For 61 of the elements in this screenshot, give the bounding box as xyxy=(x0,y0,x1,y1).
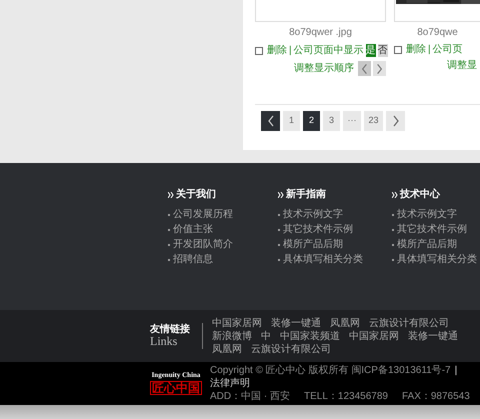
chevron-icon xyxy=(168,192,174,198)
friend-link[interactable]: 中国家居网 xyxy=(349,330,399,342)
logo: 匠心中国 xyxy=(150,381,202,395)
footer-link[interactable]: 技术示例文字 xyxy=(397,209,457,221)
contact-text: ADD：中国 · 西安 xyxy=(210,390,290,403)
column-heading: 新手指南 xyxy=(286,189,326,201)
page-button[interactable]: 1 xyxy=(283,111,300,131)
friend-link[interactable]: 中 xyxy=(261,330,271,342)
contact-text: FAX：9876543 xyxy=(402,390,470,403)
contact-text: TELL：123456789 xyxy=(304,390,388,403)
friend-link[interactable]: 云旗设计有限公司 xyxy=(251,342,331,356)
friend-link[interactable]: 中国家装频道 xyxy=(280,330,340,342)
friend-link[interactable]: 新浪微博 xyxy=(212,330,252,342)
footer-link[interactable]: 其它技术件示例 xyxy=(283,224,353,236)
chevron-icon xyxy=(278,192,284,198)
file-name: 8o79qwe xyxy=(416,27,459,39)
friend-link[interactable]: 凤凰网 xyxy=(212,342,242,356)
friend-link[interactable]: 凤凰网 xyxy=(330,316,360,330)
delete-link[interactable]: 删除 xyxy=(267,44,287,56)
next-page-button[interactable] xyxy=(386,111,405,131)
links-subtitle: Links xyxy=(150,335,178,347)
file-name: 8o79qwer .jpg xyxy=(288,27,353,39)
show-label: 公司页 xyxy=(432,44,463,56)
page-button[interactable]: 3 xyxy=(323,111,340,131)
toggle-option[interactable]: 否 xyxy=(378,44,388,57)
page-button[interactable]: 2 xyxy=(303,111,320,131)
footer-link[interactable]: 公司发展历程 xyxy=(173,209,233,221)
show-label: 公司页面中显示 xyxy=(294,44,364,56)
friend-link[interactable]: 装修一键通 xyxy=(271,316,321,330)
column-heading: 关于我们 xyxy=(176,189,216,201)
separator-text: | xyxy=(454,364,458,377)
checkbox[interactable] xyxy=(255,46,263,54)
footer-link[interactable]: 具体填写相关分类 xyxy=(397,254,477,266)
footer-link[interactable]: 招聘信息 xyxy=(173,254,213,266)
order-label: 调整显 xyxy=(447,60,477,72)
previous-page-button[interactable] xyxy=(261,111,280,131)
copyright-text: Copyright © 匠心中心 版权所有 闽ICP备13013611号-7 xyxy=(210,364,451,377)
right-arrow-button[interactable] xyxy=(373,61,386,76)
links-title: 友情链接 xyxy=(150,325,191,335)
chevron-icon xyxy=(392,192,398,198)
delete-link[interactable]: 删除 xyxy=(406,44,426,56)
footer-link[interactable]: 模所产品后期 xyxy=(283,239,343,251)
column-heading: 技术中心 xyxy=(400,189,440,201)
page-button[interactable]: 23 xyxy=(364,111,383,131)
separator-text: | xyxy=(289,44,292,56)
order-label: 调整显示顺序 xyxy=(294,62,354,74)
toggle-option[interactable]: 是 xyxy=(366,44,376,57)
footer-link[interactable]: 其它技术件示例 xyxy=(397,224,467,236)
friend-link[interactable]: 中国家居网 xyxy=(212,316,262,330)
footer-link[interactable]: 具体填写相关分类 xyxy=(283,254,363,266)
left-arrow-button[interactable] xyxy=(358,61,371,76)
footer-link[interactable]: 技术示例文字 xyxy=(283,209,343,221)
separator-text: | xyxy=(428,44,431,56)
page-ellipsis: ··· xyxy=(343,111,361,131)
friend-link[interactable]: 装修一键通 xyxy=(408,330,458,342)
legal-link[interactable]: 法律声明 xyxy=(210,377,250,390)
checkbox[interactable] xyxy=(394,46,402,54)
footer-link[interactable]: 开发团队简介 xyxy=(173,239,233,251)
footer-link[interactable]: 模所产品后期 xyxy=(397,239,457,251)
friend-link[interactable]: 云旗设计有限公司 xyxy=(369,316,449,330)
footer-link[interactable]: 价值主张 xyxy=(173,224,213,236)
